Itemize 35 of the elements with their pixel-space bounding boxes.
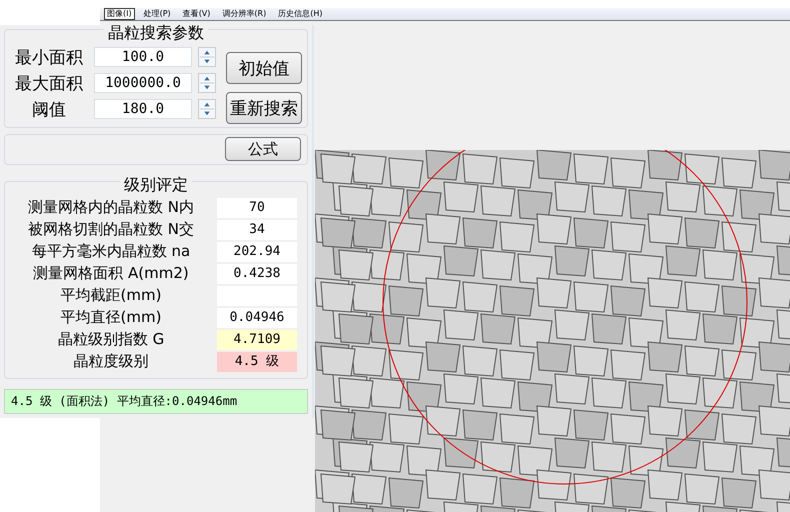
input-field[interactable]: 100.0 xyxy=(94,47,192,67)
result-label: 平均截距(mm) xyxy=(60,286,162,306)
result-label: 晶粒度级别 xyxy=(72,352,150,372)
spinner-icon[interactable] xyxy=(198,47,216,67)
input-field[interactable]: 180.0 xyxy=(94,99,192,119)
group-title: 级别评定 xyxy=(120,176,192,194)
result-value: 0.04946 xyxy=(217,308,297,328)
result-label: 测量网格面积 A(mm2) xyxy=(32,264,190,284)
result-value: 34 xyxy=(217,220,297,240)
spinner-icon[interactable] xyxy=(198,73,216,93)
spinner-icon[interactable] xyxy=(198,99,216,119)
result-label: 每平方毫米内晶粒数 na xyxy=(30,242,192,262)
menu-item[interactable]: 历史信息(H) xyxy=(275,8,326,20)
result-label: 测量网格内的晶粒数 N内 xyxy=(27,198,195,218)
result-label: 平均直径(mm) xyxy=(60,308,162,328)
result-label: 晶粒级别指数 G xyxy=(56,330,166,350)
result-label: 被网格切割的晶粒数 N交 xyxy=(27,220,195,240)
result-value: 4.7109 xyxy=(217,330,297,350)
menu-item[interactable]: 调分辨率(R) xyxy=(219,8,270,20)
result-value: 202.94 xyxy=(217,242,297,262)
menu-item[interactable]: 查看(V) xyxy=(180,8,214,20)
menu-item[interactable]: 图像(I) xyxy=(104,8,135,20)
action-button[interactable]: 初始值 xyxy=(226,52,302,84)
menu-item[interactable]: 处理(P) xyxy=(140,8,174,20)
formula-button[interactable]: 公式 xyxy=(225,137,301,162)
result-value: 0.4238 xyxy=(217,264,297,284)
result-bar: 4.5 级 (面积法) 平均直径:0.04946mm xyxy=(4,388,308,414)
field-label: 阈值 xyxy=(31,98,67,120)
field-label: 最小面积 xyxy=(14,46,84,68)
result-value: 70 xyxy=(217,198,297,218)
field-label: 最大面积 xyxy=(14,72,84,94)
group-title: 晶粒搜索参数 xyxy=(104,24,208,42)
action-button[interactable]: 重新搜索 xyxy=(226,92,302,124)
result-value: 4.5 级 xyxy=(217,352,297,372)
input-field[interactable]: 1000000.0 xyxy=(94,73,192,93)
